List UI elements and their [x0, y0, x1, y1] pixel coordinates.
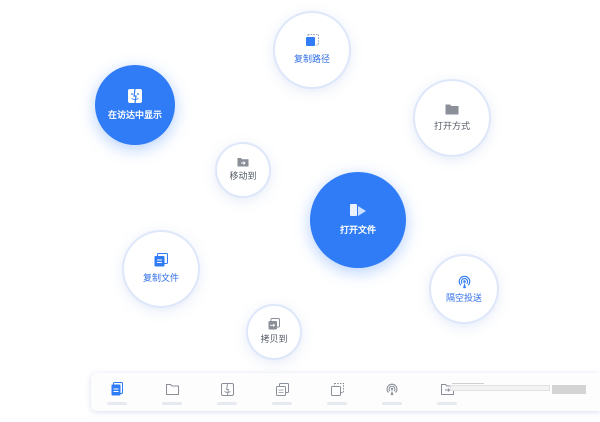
dock-item-copy[interactable] [262, 373, 302, 411]
dock-item-document[interactable] [97, 373, 137, 411]
dock-item-indicator [162, 402, 182, 405]
dock-item-airdrop[interactable] [372, 373, 412, 411]
bottom-dock [91, 373, 600, 411]
folder-icon [445, 103, 459, 115]
copy-to-label: 拷贝到 [260, 335, 288, 345]
move-folder-icon [237, 157, 249, 167]
dock-item-indicator [272, 402, 292, 405]
folder-icon [165, 382, 179, 396]
progress-track [450, 385, 550, 391]
open-with-bubble[interactable]: 打开方式 [415, 81, 489, 155]
airdrop-bubble[interactable]: 隔空投送 [431, 256, 497, 322]
open-file-icon [349, 203, 367, 219]
open-file-label: 打开文件 [339, 226, 376, 236]
progress-track-line [452, 383, 484, 384]
copy-path-label: 复制路径 [293, 55, 330, 65]
copy-path-icon [330, 382, 344, 396]
open-file-bubble[interactable]: 打开文件 [310, 172, 406, 268]
dock-item-indicator [327, 402, 347, 405]
dock-item-indicator [382, 402, 402, 405]
copy-file-bubble[interactable]: 复制文件 [124, 232, 198, 306]
dock-item-move[interactable] [427, 373, 467, 411]
dock-item-indicator [437, 402, 457, 405]
dock-item-finder[interactable] [207, 373, 247, 411]
dock-item-indicator [217, 402, 237, 405]
finder-icon [220, 382, 234, 396]
airdrop-icon [385, 382, 399, 396]
show-in-finder-bubble[interactable]: 在访达中显示 [95, 65, 175, 145]
finder-icon [127, 88, 143, 104]
copy-to-icon [268, 318, 280, 330]
show-in-finder-label: 在访达中显示 [107, 111, 162, 121]
dock-item-folder[interactable] [152, 373, 192, 411]
move-to-bubble[interactable]: 移动到 [217, 144, 269, 196]
copy-icon [275, 382, 289, 396]
document-icon [111, 382, 123, 396]
move-to-label: 移动到 [229, 172, 257, 182]
airdrop-label: 隔空投送 [445, 293, 482, 304]
copy-file-icon [154, 253, 168, 267]
dock-item-copy-path[interactable] [317, 373, 357, 411]
copy-path-bubble[interactable]: 复制路径 [275, 13, 349, 87]
progress-fill [552, 385, 586, 394]
copy-to-bubble[interactable]: 拷贝到 [248, 306, 300, 358]
copy-path-icon [305, 34, 319, 48]
airdrop-icon [457, 274, 472, 289]
copy-file-label: 复制文件 [142, 274, 179, 284]
open-with-label: 打开方式 [433, 122, 470, 132]
dock-item-indicator [107, 402, 127, 405]
